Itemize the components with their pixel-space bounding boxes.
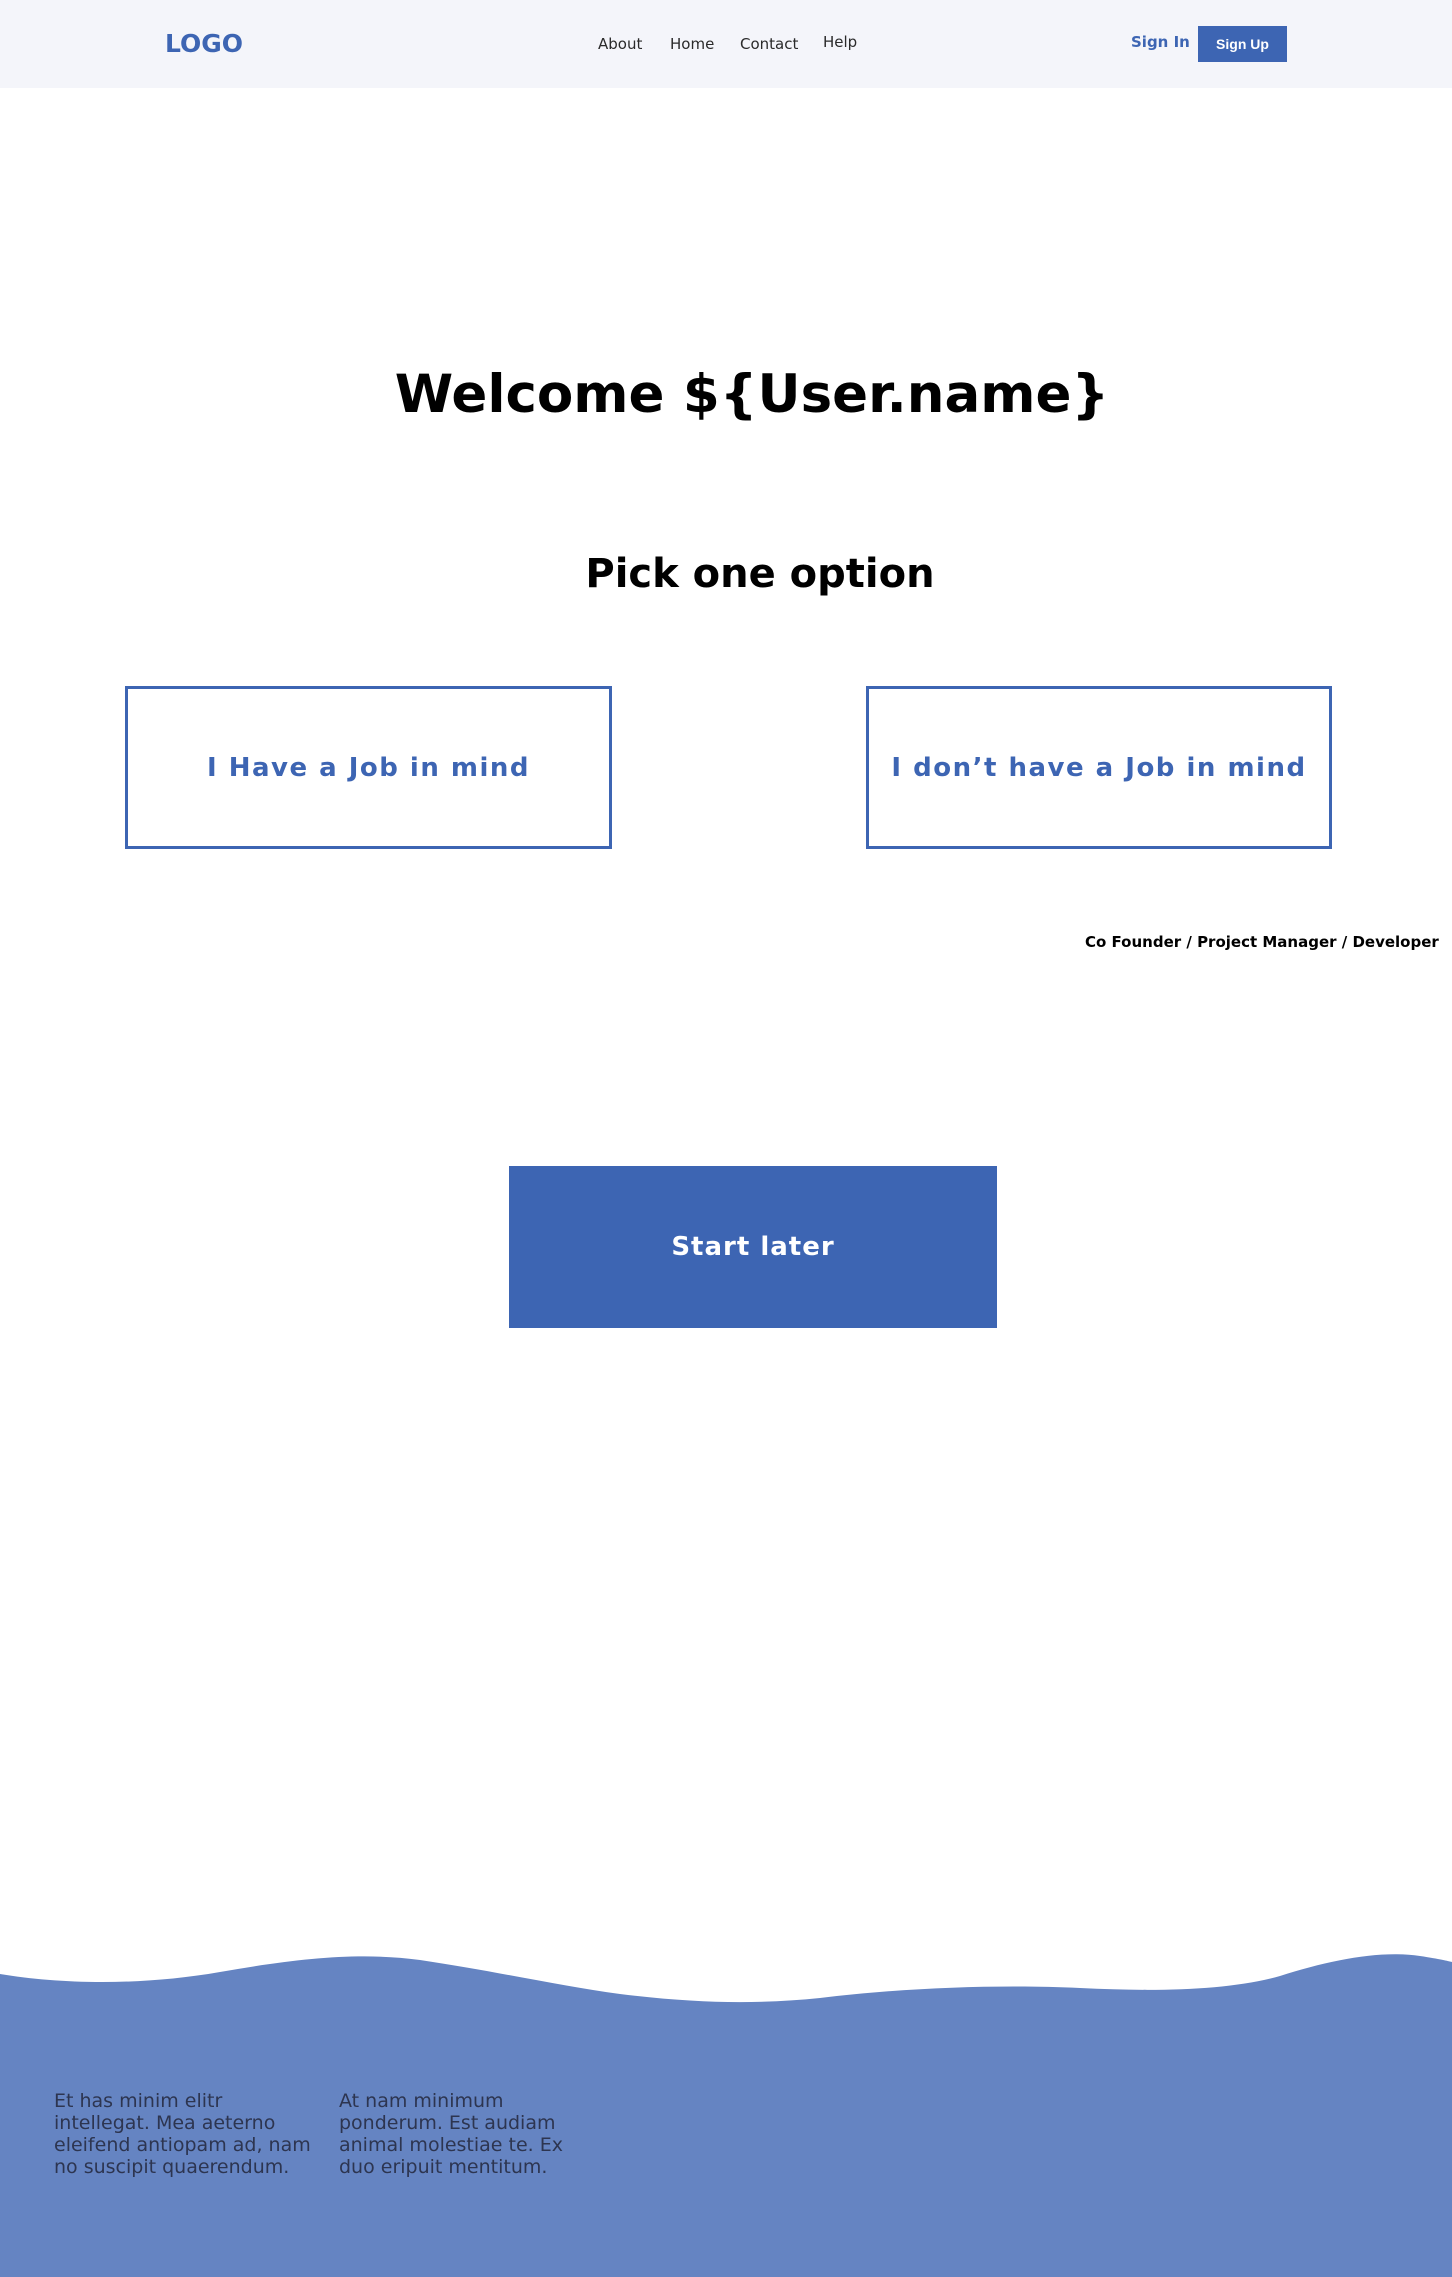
sign-in-link[interactable]: Sign In bbox=[1131, 32, 1190, 52]
nav-link-home[interactable]: Home bbox=[670, 34, 714, 54]
option-have-job-button[interactable]: I Have a Job in mind bbox=[125, 686, 612, 849]
option-no-job-button[interactable]: I don’t have a Job in mind bbox=[866, 686, 1332, 849]
sign-up-button[interactable]: Sign Up bbox=[1198, 26, 1287, 62]
roles-text: Co Founder / Project Manager / Developer bbox=[1085, 933, 1439, 951]
nav-link-help[interactable]: Help bbox=[823, 32, 857, 52]
option-no-job-label: I don’t have a Job in mind bbox=[891, 752, 1307, 783]
footer-text-column-1: Et has minim elitr intellegat. Mea aeter… bbox=[54, 2090, 311, 2178]
welcome-heading: Welcome ${User.name} bbox=[394, 364, 1110, 425]
pick-option-heading: Pick one option bbox=[585, 551, 935, 597]
start-later-label: Start later bbox=[671, 1232, 835, 1262]
option-have-job-label: I Have a Job in mind bbox=[206, 752, 531, 783]
start-later-button[interactable]: Start later bbox=[509, 1166, 997, 1328]
nav-link-contact[interactable]: Contact bbox=[740, 34, 798, 54]
footer-text-column-2: At nam minimum ponderum. Est audiam anim… bbox=[339, 2090, 564, 2178]
nav-link-about[interactable]: About bbox=[598, 34, 642, 54]
top-navbar: LOGO About Home Contact Help Sign In Sig… bbox=[0, 0, 1452, 88]
logo[interactable]: LOGO bbox=[165, 28, 243, 60]
